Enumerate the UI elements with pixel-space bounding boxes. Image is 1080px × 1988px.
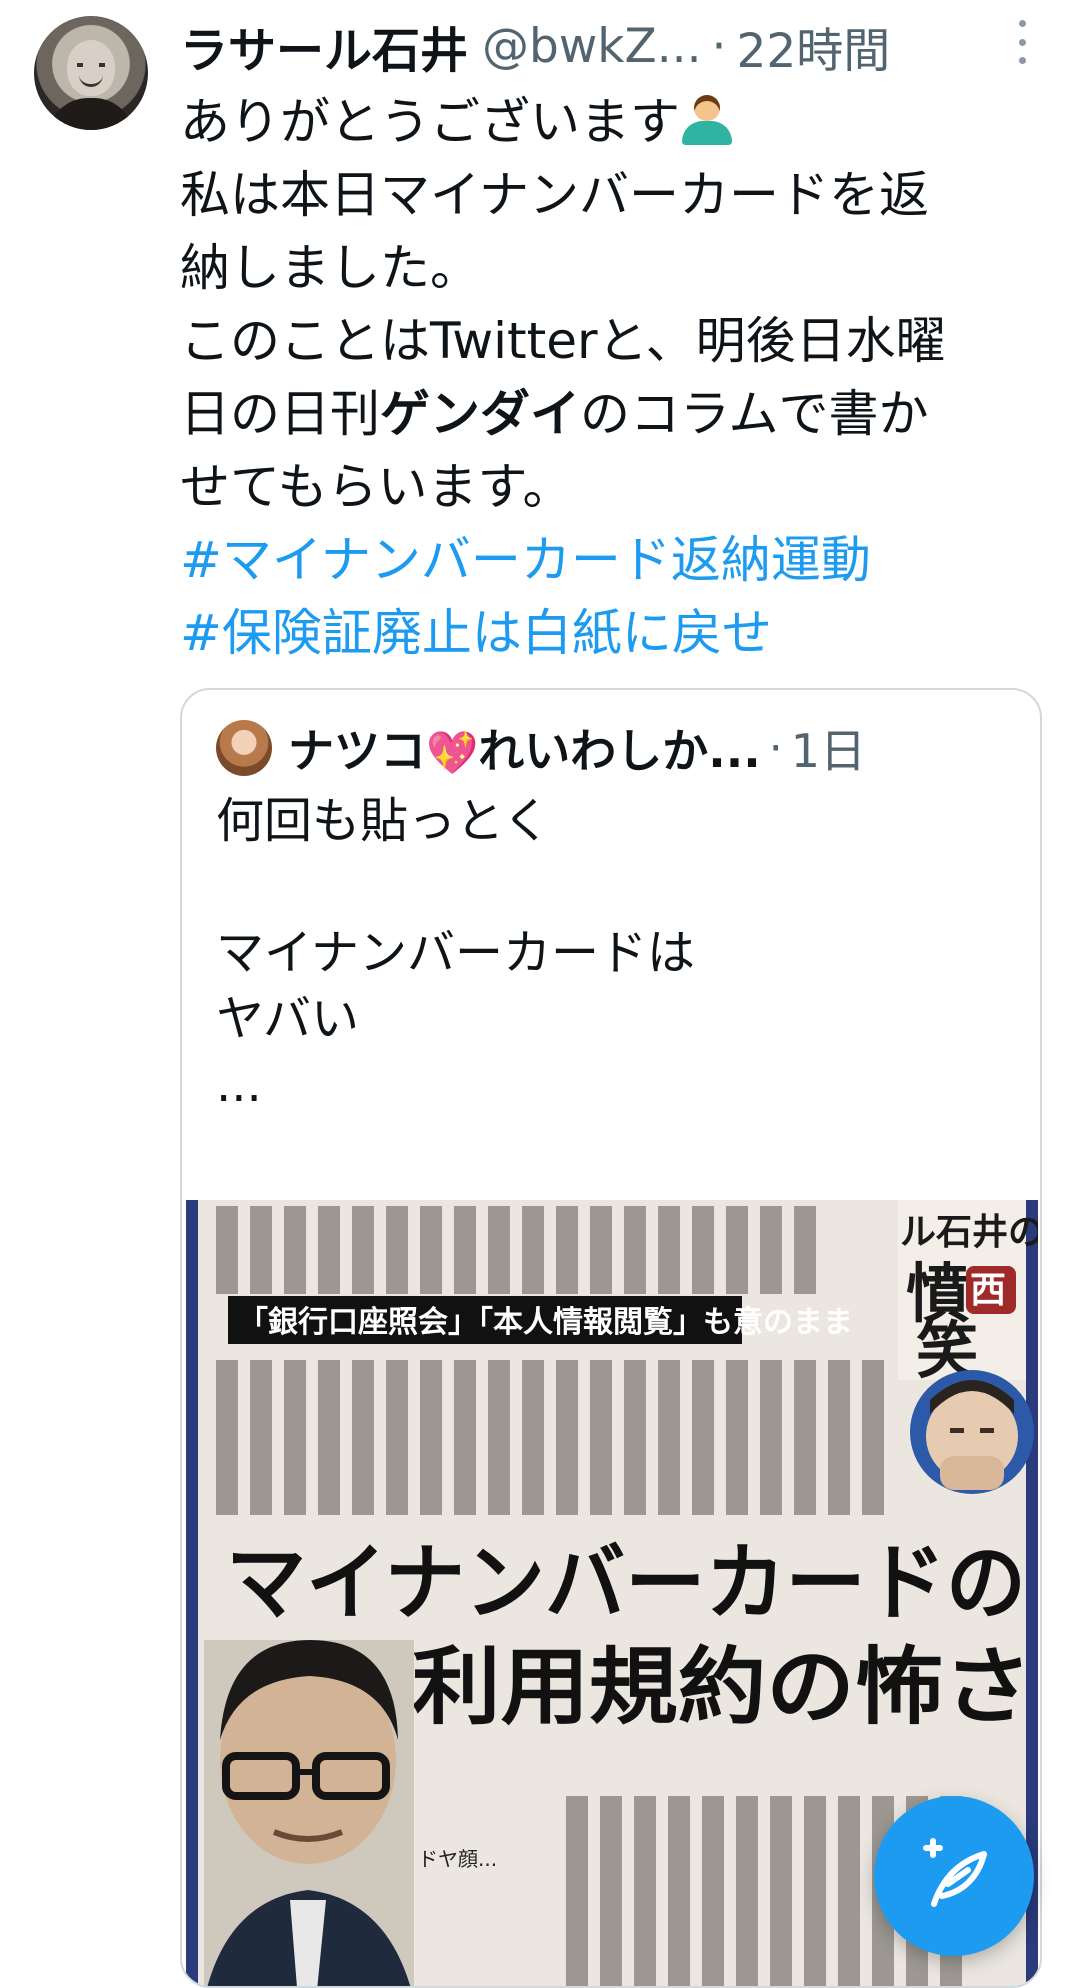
person-tipping-hand-emoji xyxy=(680,93,734,145)
hashtag-link[interactable]: #保険証廃止は白紙に戻せ xyxy=(180,597,1050,670)
photo-caption: ドヤ顔... xyxy=(418,1847,497,1871)
quoted-tweet-line: ... xyxy=(216,1057,262,1113)
quoted-tweet-timestamp: 1日 xyxy=(790,724,867,778)
quoted-tweet[interactable]: ナツコ💖れいわしか... · 1日 何回も貼っとく マイナンバーカードは ヤバい… xyxy=(180,688,1042,1988)
quoted-tweet-text: 何回も貼っとく マイナンバーカードは ヤバい ... xyxy=(216,788,1006,1118)
column-title-kanji-2: 西 xyxy=(970,1269,1006,1311)
tweet-timestamp[interactable]: 22時間 xyxy=(736,12,890,81)
author-display-name[interactable]: ラサール石井 xyxy=(180,11,468,81)
tweet-line: 日の日刊ゲンダイのコラムで書か xyxy=(180,385,929,443)
quoted-tweet-line xyxy=(216,854,1006,920)
sparkling-heart-icon: 💖 xyxy=(426,728,479,777)
headline-line-2: 利用規約の怖さ xyxy=(412,1638,1032,1736)
tweet-line: 納しました。 xyxy=(180,239,480,297)
quoted-author-name: ナツコ💖れいわしか... xyxy=(288,724,761,778)
separator-dot: · xyxy=(711,18,727,74)
quoted-tweet-line: マイナンバーカードは xyxy=(216,925,696,981)
tweet-line: ありがとうございます xyxy=(180,86,1050,159)
tweet-line: このことはTwitterと、明後日水曜 xyxy=(180,312,946,370)
tweet-line: せてもらいます。 xyxy=(180,458,573,516)
separator-dot: · xyxy=(768,722,783,774)
columnist-portrait xyxy=(910,1370,1034,1494)
tweet-line: 私は本日マイナンバーカードを返 xyxy=(180,166,929,224)
compose-tweet-button[interactable] xyxy=(874,1796,1034,1956)
tweet-header: ラサール石井 @bwkZ... · 22時間 xyxy=(180,10,1040,82)
author-avatar[interactable] xyxy=(34,16,148,130)
tweet[interactable]: ラサール石井 @bwkZ... · 22時間 ありがとうございます 私は本日マイ… xyxy=(0,0,1080,1988)
quoted-author-avatar xyxy=(216,720,272,776)
hashtag-link[interactable]: #マイナンバーカード返納運動 xyxy=(180,524,1050,597)
tweet-text: ありがとうございます 私は本日マイナンバーカードを返 納しました。 このことはT… xyxy=(180,86,1050,670)
quoted-tweet-header: ナツコ💖れいわしか... · 1日 xyxy=(216,718,866,778)
compose-tweet-icon xyxy=(923,1838,987,1907)
more-options-icon[interactable] xyxy=(1012,20,1032,64)
column-title-text: ル石井の xyxy=(900,1211,1038,1253)
quoted-tweet-line: 何回も貼っとく xyxy=(216,793,551,849)
banner-text: 「銀行口座照会」「本人情報閲覧」も意のまま xyxy=(238,1305,853,1340)
author-handle[interactable]: @bwkZ... xyxy=(482,19,702,74)
quoted-tweet-line: ヤバい xyxy=(216,991,360,1047)
bold-text: ゲンダイ xyxy=(380,385,580,443)
headline-line-1: マイナンバーカードの xyxy=(226,1534,1026,1632)
